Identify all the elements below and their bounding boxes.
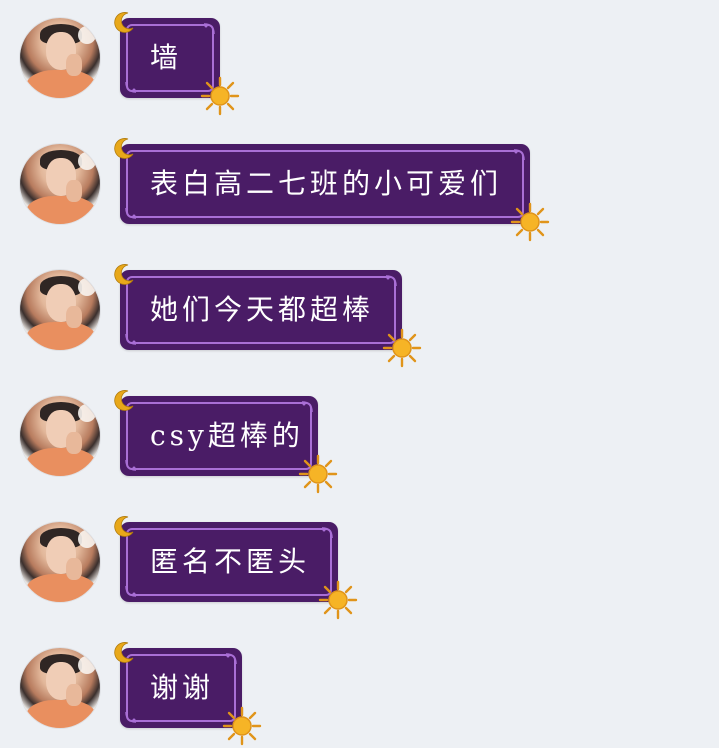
corner-ornament-icon: [385, 275, 397, 287]
avatar[interactable]: [20, 270, 100, 350]
corner-ornament-icon: [125, 207, 137, 219]
sun-icon: [510, 202, 550, 242]
sun-icon: [382, 328, 422, 368]
message-bubble[interactable]: 表白高二七班的小可爱们: [114, 138, 550, 242]
message-row: 谢谢: [0, 630, 719, 746]
corner-ornament-icon: [125, 81, 137, 93]
message-row: 墙: [0, 0, 719, 116]
message-text: csy超棒的: [150, 419, 304, 452]
crescent-moon-icon: [114, 138, 134, 159]
corner-ornament-icon: [513, 149, 525, 161]
message-bubble[interactable]: 谢谢: [114, 642, 262, 746]
avatar[interactable]: [20, 144, 100, 224]
corner-ornament-icon: [125, 333, 137, 345]
message-row: 表白高二七班的小可爱们: [0, 126, 719, 242]
message-bubble[interactable]: 墙: [114, 12, 240, 116]
message-row: 匿名不匿头: [0, 504, 719, 620]
crescent-moon-icon: [114, 516, 134, 537]
message-bubble[interactable]: csy超棒的: [114, 390, 338, 494]
message-row: 她们今天都超棒: [0, 252, 719, 368]
message-row: csy超棒的: [0, 378, 719, 494]
message-bubble[interactable]: 匿名不匿头: [114, 516, 358, 620]
avatar[interactable]: [20, 18, 100, 98]
sun-icon: [200, 76, 240, 116]
message-text: 表白高二七班的小可爱们: [150, 167, 503, 200]
sun-icon: [298, 454, 338, 494]
crescent-moon-icon: [114, 264, 134, 285]
sun-icon: [222, 706, 262, 746]
message-text: 她们今天都超棒: [150, 293, 375, 326]
message-text: 谢谢: [150, 671, 215, 704]
corner-ornament-icon: [203, 23, 215, 35]
crescent-moon-icon: [114, 12, 134, 33]
avatar[interactable]: [20, 648, 100, 728]
corner-ornament-icon: [321, 527, 333, 539]
crescent-moon-icon: [114, 642, 134, 663]
avatar[interactable]: [20, 522, 100, 602]
corner-ornament-icon: [125, 585, 137, 597]
message-text: 墙: [150, 41, 183, 74]
chat-conversation: 墙 表白高二七班的小可爱们 她们今天都超棒 csy超棒的 匿名不匿头 谢谢: [0, 0, 719, 748]
sun-icon: [318, 580, 358, 620]
corner-ornament-icon: [125, 711, 137, 723]
corner-ornament-icon: [125, 459, 137, 471]
corner-ornament-icon: [225, 653, 237, 665]
message-text: 匿名不匿头: [150, 545, 311, 578]
message-bubble[interactable]: 她们今天都超棒: [114, 264, 422, 368]
crescent-moon-icon: [114, 390, 134, 411]
avatar[interactable]: [20, 396, 100, 476]
